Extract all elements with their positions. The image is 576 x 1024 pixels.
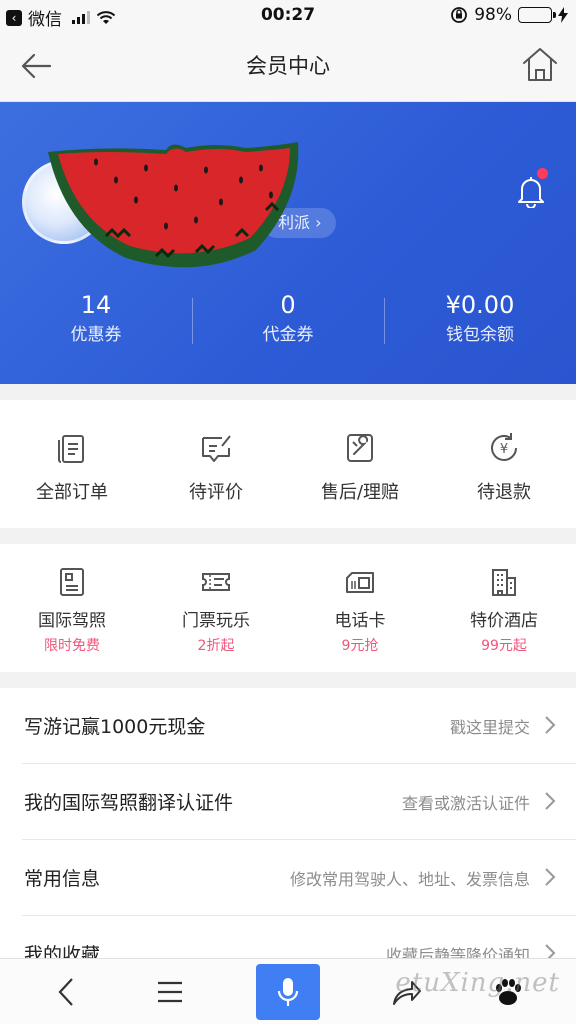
stat-label: 优惠券 [70,325,122,345]
license-icon [60,568,84,596]
chevron-right-icon [545,716,556,734]
service-promo: 9元抢 [341,638,379,654]
hotel-icon [492,569,516,596]
stat-vouchers[interactable]: 0 代金券 [192,288,384,358]
stat-value: 14 [80,291,112,319]
service-label: 门票玩乐 [182,611,250,631]
after-sales-icon [347,434,373,462]
watermark: etuXing.net [395,968,560,998]
service-hotel[interactable]: 特价酒店 99元起 [432,544,576,672]
service-promo: 2折起 [197,638,235,654]
home-icon[interactable] [520,44,560,84]
service-promo: 99元起 [481,638,527,654]
voice-search-button[interactable] [256,964,320,1020]
order-label: 售后/理赔 [320,482,400,503]
service-intl-license[interactable]: 国际驾照 限时免费 [0,544,144,672]
orders-panel: 全部订单 待评价 售后/理赔 ¥ 待退款 [0,400,576,528]
stat-wallet[interactable]: ¥0.00 钱包余额 [384,288,576,358]
wifi-icon [96,10,116,24]
order-label: 待退款 [477,482,531,503]
bell-icon[interactable] [516,174,546,208]
status-bar: ‹ 微信 00:27 98% [0,0,576,30]
order-to-review[interactable]: 待评价 [144,400,288,528]
signal-icon [72,11,90,24]
list-item-travelogue[interactable]: 写游记赢1000元现金 戳这里提交 [22,688,576,764]
list-hint: 戳这里提交 [449,718,530,737]
service-promo: 限时免费 [44,638,100,654]
service-tickets[interactable]: 门票玩乐 2折起 [144,544,288,672]
order-all[interactable]: 全部订单 [0,400,144,528]
ticket-icon [202,573,230,591]
microphone-icon [277,978,299,1006]
list-title: 我的国际驾照翻译认证件 [24,792,234,814]
battery-icon [518,7,556,23]
service-label: 特价酒店 [470,611,538,631]
rotation-lock-icon [451,7,468,23]
battery-percent: 98% [474,5,512,25]
stat-value: 0 [280,291,296,319]
chevron-right-icon: › [315,213,322,232]
menu-icon [158,981,182,1003]
orders-icon [58,435,84,463]
service-label: 电话卡 [334,611,386,631]
back-app-label[interactable]: 微信 [28,5,62,30]
nav-bar: 会员中心 [0,30,576,102]
page-title: 会员中心 [246,54,330,78]
order-label: 全部订单 [36,482,108,503]
refund-icon: ¥ [491,433,517,461]
order-label: 待评价 [189,482,243,503]
service-label: 国际驾照 [38,611,106,631]
member-header: 利派 › 14 优惠券 0 代金券 ¥0.00 钱包余额 [0,102,576,384]
services-panel: 国际驾照 限时免费 门票玩乐 2折起 电话卡 9元抢 特价酒店 99元起 [0,544,576,672]
status-left: ‹ 微信 [6,5,116,30]
member-center-screen: ‹ 微信 00:27 98% 会员中心 利派 › 14 优惠券 0 代金券 ¥0… [0,0,576,1024]
back-to-app-icon[interactable]: ‹ [6,9,22,26]
chevron-left-icon [58,978,73,1006]
watermelon-sticker [48,142,299,268]
review-icon [202,435,231,462]
service-sim-card[interactable]: 电话卡 9元抢 [288,544,432,672]
order-refund[interactable]: ¥ 待退款 [432,400,576,528]
list-item-license-translation[interactable]: 我的国际驾照翻译认证件 查看或激活认证件 [22,764,576,840]
charging-icon [558,7,568,23]
list-item-common-info[interactable]: 常用信息 修改常用驾驶人、地址、发票信息 [22,840,576,916]
toolbar-menu-button[interactable] [140,959,200,1024]
order-after-sales[interactable]: 售后/理赔 [288,400,432,528]
list-hint: 修改常用驾驶人、地址、发票信息 [289,870,530,889]
stat-label: 代金券 [262,325,314,345]
sim-card-icon [346,572,374,593]
notification-dot [537,168,548,179]
list-title: 写游记赢1000元现金 [24,716,206,738]
list-hint: 查看或激活认证件 [401,794,530,813]
stat-label: 钱包余额 [446,325,514,345]
toolbar-back-button[interactable] [36,959,96,1024]
status-right: 98% [450,5,568,25]
settings-list: 写游记赢1000元现金 戳这里提交 我的国际驾照翻译认证件 查看或激活认证件 常… [0,688,576,992]
chevron-right-icon [545,868,556,886]
svg-text:¥: ¥ [500,442,508,457]
list-title: 常用信息 [24,868,101,890]
chevron-right-icon [545,792,556,810]
stats-row: 14 优惠券 0 代金券 ¥0.00 钱包余额 [0,288,576,358]
stat-coupons[interactable]: 14 优惠券 [0,288,192,358]
back-arrow-icon[interactable] [18,50,54,82]
stat-value: ¥0.00 [445,291,515,319]
